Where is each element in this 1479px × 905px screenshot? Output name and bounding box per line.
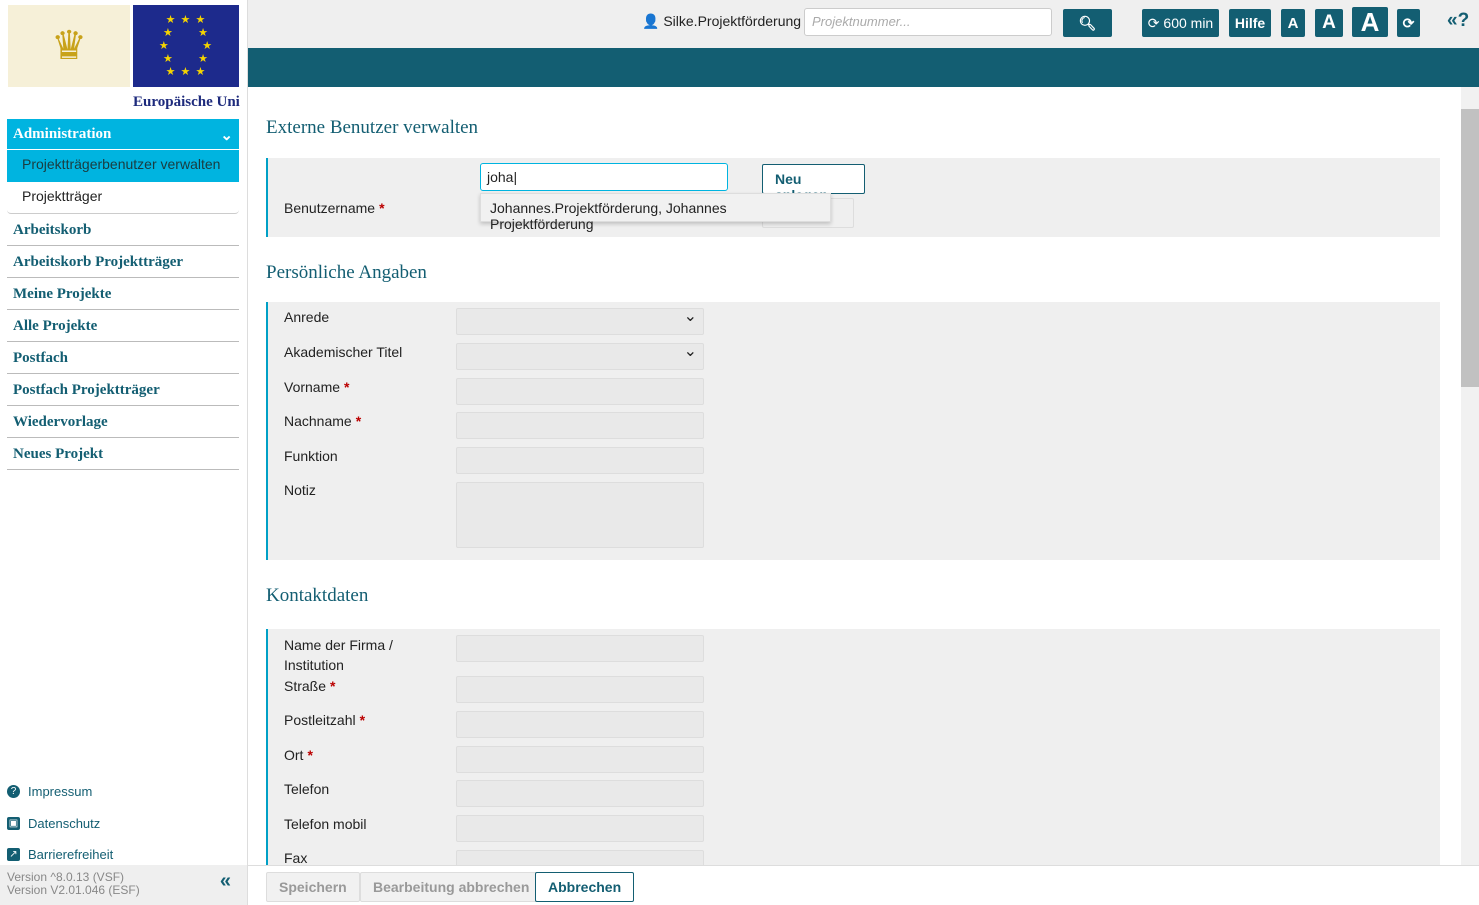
contact-section-title: Kontaktdaten — [266, 585, 369, 606]
main-nav: Administration ⌄ Projektträgerbenutzer ve… — [7, 119, 239, 470]
ort-input[interactable] — [456, 746, 704, 773]
nav-label: Administration — [13, 126, 112, 142]
save-button[interactable]: Speichern — [266, 872, 360, 902]
link-label: Datenschutz — [28, 815, 101, 831]
firma-label: Name der Firma / Institution — [284, 637, 393, 673]
nav-sub-projekttraeger[interactable]: Projektträger — [7, 182, 239, 214]
telefon-label: Telefon — [284, 781, 330, 797]
search-icon: 🔍︎ — [1078, 14, 1097, 31]
fax-label: Fax — [284, 850, 308, 865]
font-large-button[interactable]: A — [1352, 7, 1388, 37]
chevron-down-icon: ⌄ — [220, 128, 233, 144]
eu-label: Europäische Uni — [133, 94, 240, 110]
vorname-label: Vorname * — [284, 379, 350, 395]
help-toggle-icon[interactable]: «? — [1447, 10, 1469, 32]
nav-wiedervorlage[interactable]: Wiedervorlage — [7, 406, 239, 438]
cancel-edit-button[interactable]: Bearbeitung abbrechen — [360, 872, 543, 902]
top-bar: 👤 Silke.Projektförderung Projektnummer..… — [248, 0, 1479, 48]
autocomplete-suggestion[interactable]: Johannes.Projektförderung, Johannes Proj… — [480, 193, 831, 232]
scrollbar-thumb[interactable] — [1461, 109, 1479, 387]
version-esf: Version V2.01.046 (ESF) — [7, 883, 140, 897]
nav-alle-projekte[interactable]: Alle Projekte — [7, 310, 239, 342]
question-icon: ? — [7, 785, 20, 799]
user-name: Silke.Projektförderung — [663, 13, 802, 29]
strasse-label: Straße * — [284, 678, 336, 694]
page-title: Externe Benutzer verwalten — [266, 117, 479, 138]
logo: ♛ ★ ★ ★ ★ ★ ★ ★ ★ ★ ★ ★ ★ Europäische Uni — [8, 5, 240, 113]
plz-label: Postleitzahl * — [284, 712, 366, 728]
telefon-input[interactable] — [456, 780, 704, 807]
header-band — [248, 48, 1479, 87]
search-button[interactable]: 🔍︎ — [1063, 9, 1112, 37]
reset-font-button[interactable]: ⟳ — [1397, 9, 1420, 37]
notiz-label: Notiz — [284, 482, 316, 498]
nav-sub-projekttraegerbenutzer[interactable]: Projektträgerbenutzer verwalten — [7, 150, 239, 182]
refresh-icon: ⟳ — [1147, 14, 1160, 31]
username-label: Benutzername * — [284, 200, 385, 216]
nachname-label: Nachname * — [284, 413, 362, 429]
vorname-input[interactable] — [456, 378, 704, 405]
funktion-label: Funktion — [284, 448, 338, 464]
nav-arbeitskorb-projekttraeger[interactable]: Arbeitskorb Projektträger — [7, 246, 239, 278]
nav-arbeitskorb[interactable]: Arbeitskorb — [7, 214, 239, 246]
anrede-select[interactable] — [456, 306, 704, 335]
sidebar: ♛ ★ ★ ★ ★ ★ ★ ★ ★ ★ ★ ★ ★ Europäische Uni Ad… — [0, 0, 248, 905]
new-user-button[interactable]: Neu anlegen — [762, 164, 865, 203]
cancel-button[interactable]: Abbrechen — [535, 872, 635, 902]
contact-panel: Name der Firma / Institution Straße * Pos… — [266, 629, 1440, 865]
impressum-link[interactable]: ? Impressum — [7, 776, 113, 808]
external-link-icon: ↗ — [7, 848, 20, 862]
nav-postfach[interactable]: Postfach — [7, 342, 239, 374]
nav-neues-projekt[interactable]: Neues Projekt — [7, 438, 239, 470]
titel-select[interactable] — [456, 341, 704, 370]
font-small-button[interactable]: A — [1281, 9, 1305, 37]
nav-postfach-projekttraeger[interactable]: Postfach Projektträger — [7, 374, 239, 406]
project-search-input[interactable]: Projektnummer... — [804, 8, 1052, 36]
footer-bar: Speichern Bearbeitung abbrechen Abbreche… — [248, 865, 1479, 905]
plz-input[interactable] — [456, 711, 704, 738]
main-content: Externe Benutzer verwalten Benutzername *… — [248, 87, 1461, 865]
id-badge-icon: ▣ — [7, 816, 20, 830]
fax-input[interactable] — [456, 850, 704, 865]
datenschutz-link[interactable]: ▣ Datenschutz — [7, 808, 113, 840]
ort-label: Ort * — [284, 747, 313, 763]
collapse-sidebar-icon[interactable]: « — [220, 871, 231, 891]
refresh-icon: ⟳ — [1402, 14, 1415, 31]
font-medium-button[interactable]: A — [1315, 9, 1343, 37]
telefon-mobil-label: Telefon mobil — [284, 816, 367, 832]
nav-administration[interactable]: Administration ⌄ — [7, 119, 239, 150]
username-input[interactable]: joha| — [480, 163, 728, 191]
nachname-input[interactable] — [456, 412, 704, 439]
eu-flag-icon: ★ ★ ★ ★ ★ ★ ★ ★ ★ ★ ★ ★ — [133, 5, 239, 87]
firma-input[interactable] — [456, 635, 704, 662]
anrede-label: Anrede — [284, 309, 330, 325]
funktion-input[interactable] — [456, 447, 704, 474]
username-panel: Benutzername* joha| Neu anlegen Johannes… — [266, 158, 1440, 237]
help-button[interactable]: Hilfe — [1229, 9, 1271, 37]
nav-meine-projekte[interactable]: Meine Projekte — [7, 278, 239, 310]
link-label: Barrierefreiheit — [28, 847, 114, 863]
telefon-mobil-input[interactable] — [456, 815, 704, 842]
personal-section-title: Persönliche Angaben — [266, 262, 427, 283]
timer-label: 600 min — [1163, 15, 1214, 31]
user-icon: 👤 — [642, 13, 660, 29]
user-info: 👤 Silke.Projektförderung — [642, 13, 801, 30]
scrollbar[interactable] — [1461, 87, 1479, 865]
version-info: Version ^8.0.13 (VSF) Version V2.01.046 … — [0, 865, 247, 905]
personal-panel: Anrede Akademischer Titel Vorname* Nachn… — [266, 302, 1440, 560]
notiz-textarea[interactable] — [456, 482, 704, 548]
session-timer-button[interactable]: ⟳ 600 min — [1142, 9, 1219, 37]
strasse-input[interactable] — [456, 676, 704, 703]
titel-label: Akademischer Titel — [284, 344, 403, 360]
bavaria-crest-icon: ♛ — [8, 5, 130, 87]
link-label: Impressum — [28, 784, 93, 800]
